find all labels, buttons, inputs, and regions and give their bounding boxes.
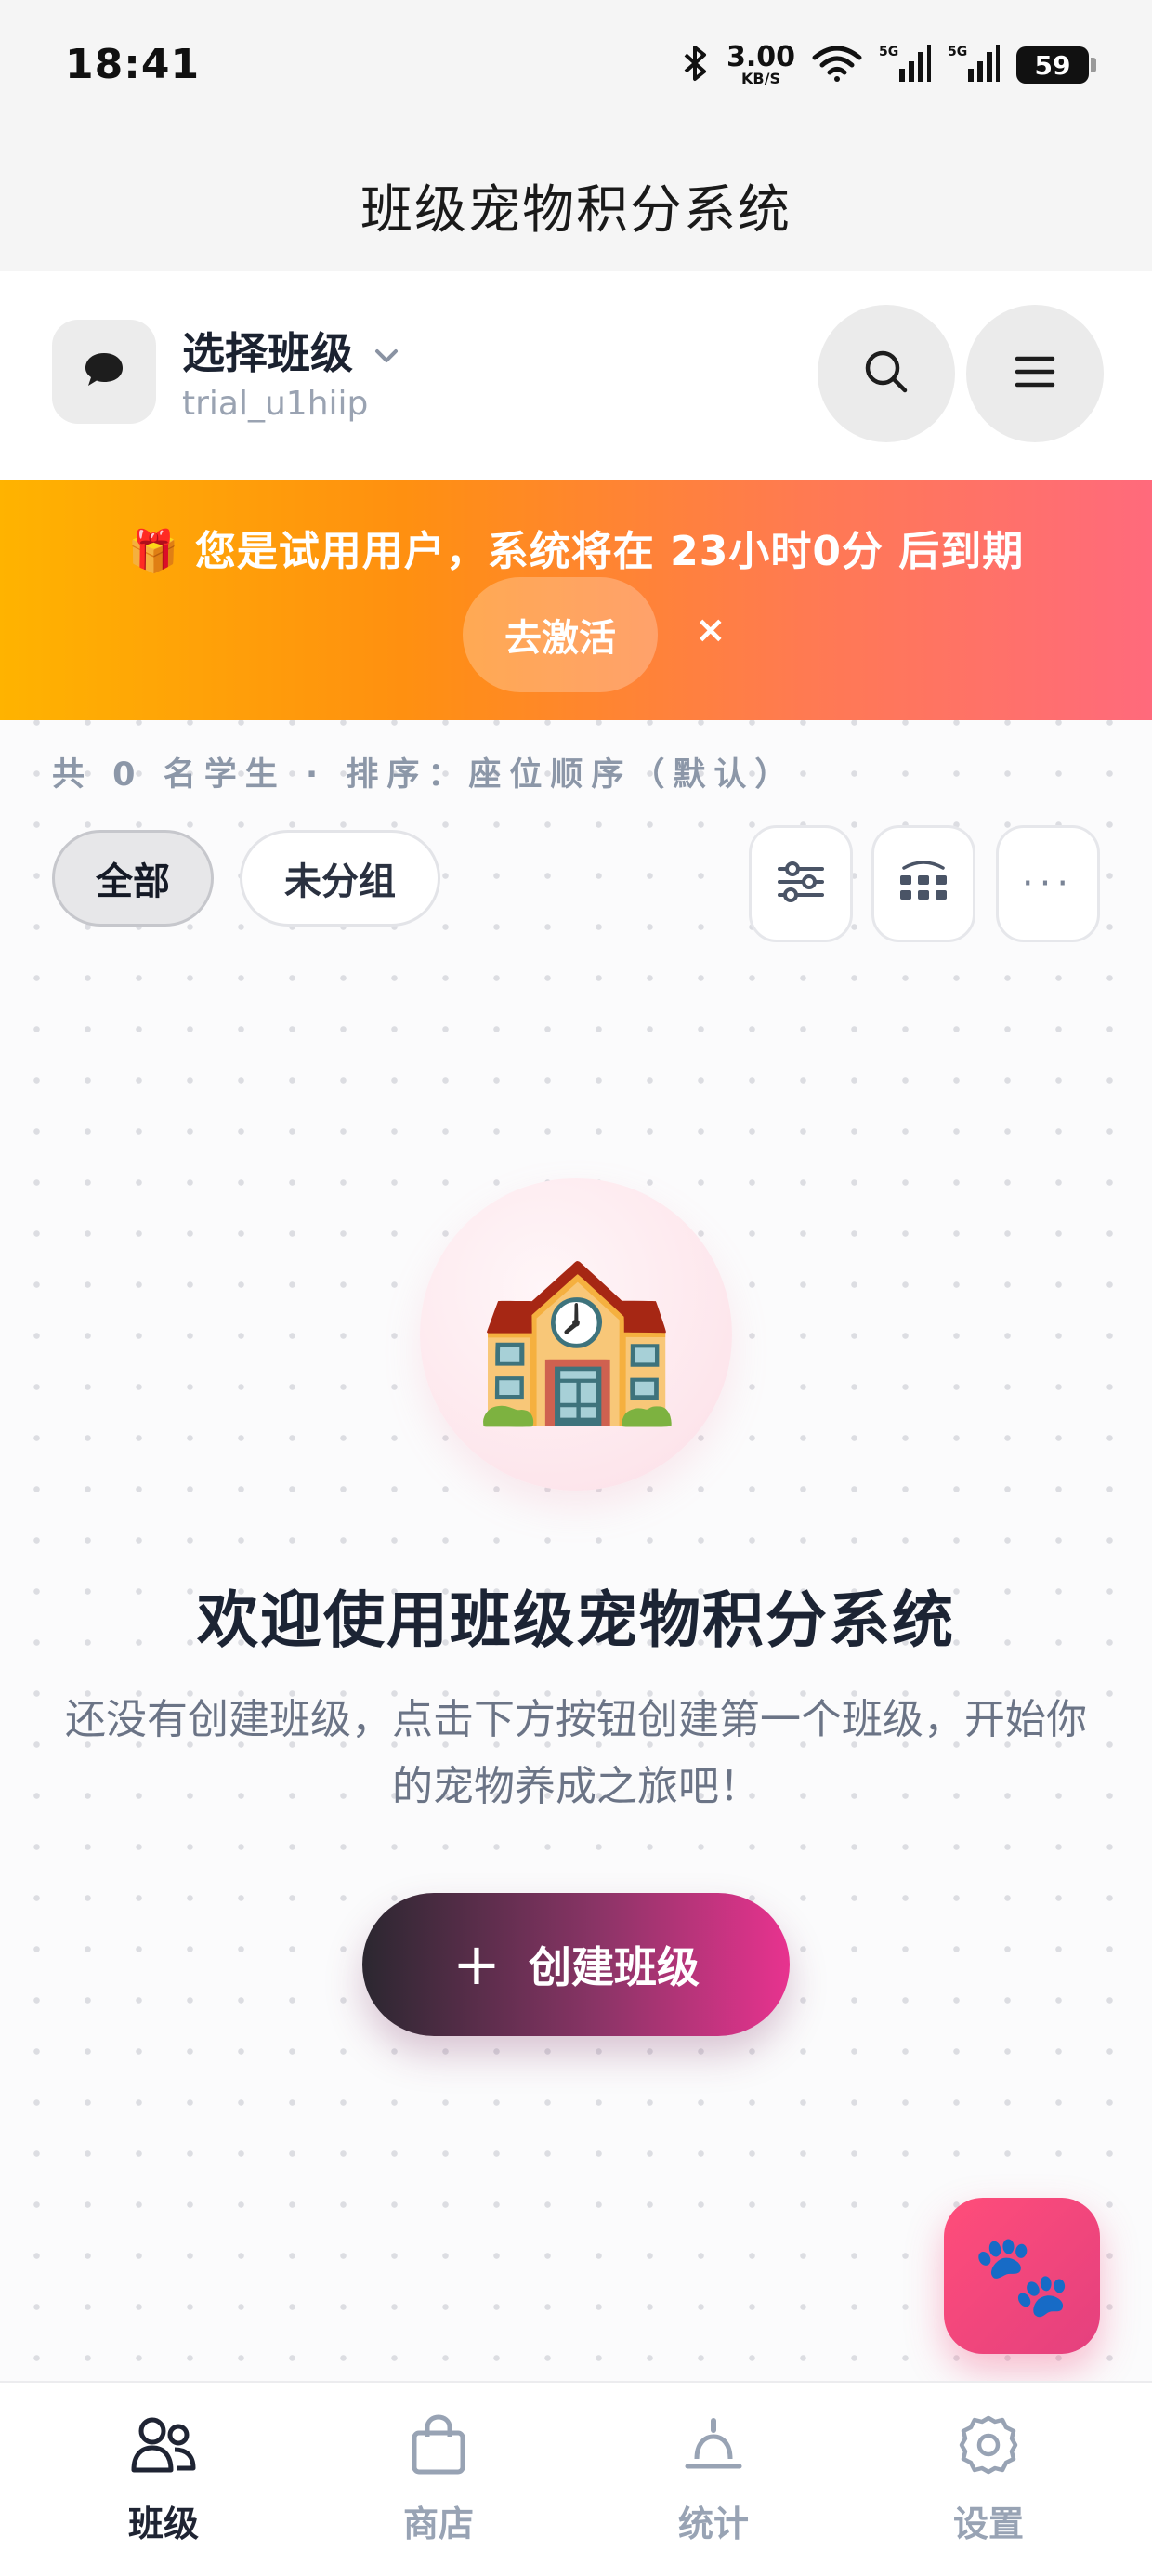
pet-fab-button[interactable]: 🐾 (944, 2198, 1100, 2354)
student-count-meta: 共 0 名学生 · 排序：座位顺序（默认） (52, 756, 796, 794)
class-avatar[interactable] (52, 320, 156, 424)
nav-item-stats[interactable]: 统计 (630, 2414, 797, 2554)
create-class-button[interactable]: + 创建班级 (362, 1893, 790, 2036)
hamburger-icon (1014, 353, 1056, 394)
signal-5g-icon-2: 5G (948, 43, 1000, 87)
class-header: 选择班级 trial_u1hiip (0, 271, 1152, 480)
chart-icon (684, 2414, 743, 2484)
more-icon: ··· (1021, 862, 1075, 905)
sliders-icon (776, 861, 826, 907)
seat-layout-button[interactable] (871, 825, 975, 942)
nav-item-class[interactable]: 班级 (80, 2414, 247, 2554)
welcome-description: 还没有创建班级，点击下方按钮创建第一个班级，开始你的宠物养成之旅吧！ (65, 1696, 1087, 1810)
sort-filter-button[interactable] (749, 825, 853, 942)
chat-bubble-icon (84, 351, 124, 392)
chevron-down-icon (373, 325, 399, 375)
bottom-navigation: 班级 商店 统计 设置 (0, 2381, 1152, 2576)
class-selector[interactable]: 选择班级 (182, 320, 399, 381)
status-bar: 18:41 3.00 KB/S 5G 5G 59 (0, 0, 1152, 139)
create-class-label: 创建班级 (528, 1942, 700, 1992)
wifi-icon (812, 45, 862, 85)
nav-label-shop: 商店 (402, 2504, 474, 2544)
nav-label-settings: 设置 (952, 2504, 1024, 2544)
class-subtitle: trial_u1hiip (182, 385, 369, 423)
signal-5g-icon: 5G (879, 43, 931, 87)
activate-button[interactable]: 去激活 (463, 577, 658, 692)
nav-item-shop[interactable]: 商店 (355, 2414, 522, 2554)
bluetooth-icon (682, 44, 710, 86)
network-speed: 3.00 KB/S (726, 41, 795, 87)
app-title: 班级宠物积分系统 (360, 179, 792, 241)
nav-label-stats: 统计 (677, 2504, 749, 2544)
status-time: 18:41 (65, 41, 201, 88)
gear-icon (958, 2414, 1019, 2484)
filter-chip-all[interactable]: 全部 (52, 830, 214, 927)
search-icon (862, 348, 910, 400)
svg-text:5G: 5G (948, 45, 967, 59)
paw-icon: 🐾 (972, 2229, 1072, 2322)
welcome-title: 欢迎使用班级宠物积分系统 (197, 1584, 955, 1656)
hero-illustration: 🏫 (420, 1178, 732, 1491)
app-bar: 班级宠物积分系统 (0, 139, 1152, 271)
plus-icon: + (452, 1930, 501, 1998)
trial-banner: 🎁 您是试用用户，系统将在 23小时0分 后到期 去激活 × (0, 480, 1152, 720)
bag-icon (409, 2414, 468, 2484)
menu-button[interactable] (966, 305, 1104, 442)
trial-text: 您是试用用户，系统将在 23小时0分 后到期 (194, 528, 1025, 575)
battery-indicator: 59 (1016, 46, 1096, 84)
search-button[interactable] (818, 305, 955, 442)
close-icon[interactable]: × (695, 609, 727, 651)
gift-emoji: 🎁 (127, 528, 180, 575)
main-content: 共 0 名学生 · 排序：座位顺序（默认） 全部 未分组 ··· 🏫 欢迎使用班… (0, 720, 1152, 2381)
svg-text:5G: 5G (879, 45, 898, 59)
nav-label-class: 班级 (127, 2504, 199, 2544)
class-selector-label: 选择班级 (182, 328, 353, 378)
trial-message: 🎁 您是试用用户，系统将在 23小时0分 后到期 (0, 518, 1152, 577)
more-button[interactable]: ··· (996, 825, 1100, 942)
status-icons: 3.00 KB/S 5G 5G 59 (682, 37, 1096, 93)
grid-icon (897, 859, 950, 909)
school-emoji: 🏫 (471, 1237, 681, 1431)
filter-chip-ungrouped[interactable]: 未分组 (240, 830, 440, 927)
users-icon (130, 2414, 197, 2484)
nav-item-settings[interactable]: 设置 (905, 2414, 1072, 2554)
